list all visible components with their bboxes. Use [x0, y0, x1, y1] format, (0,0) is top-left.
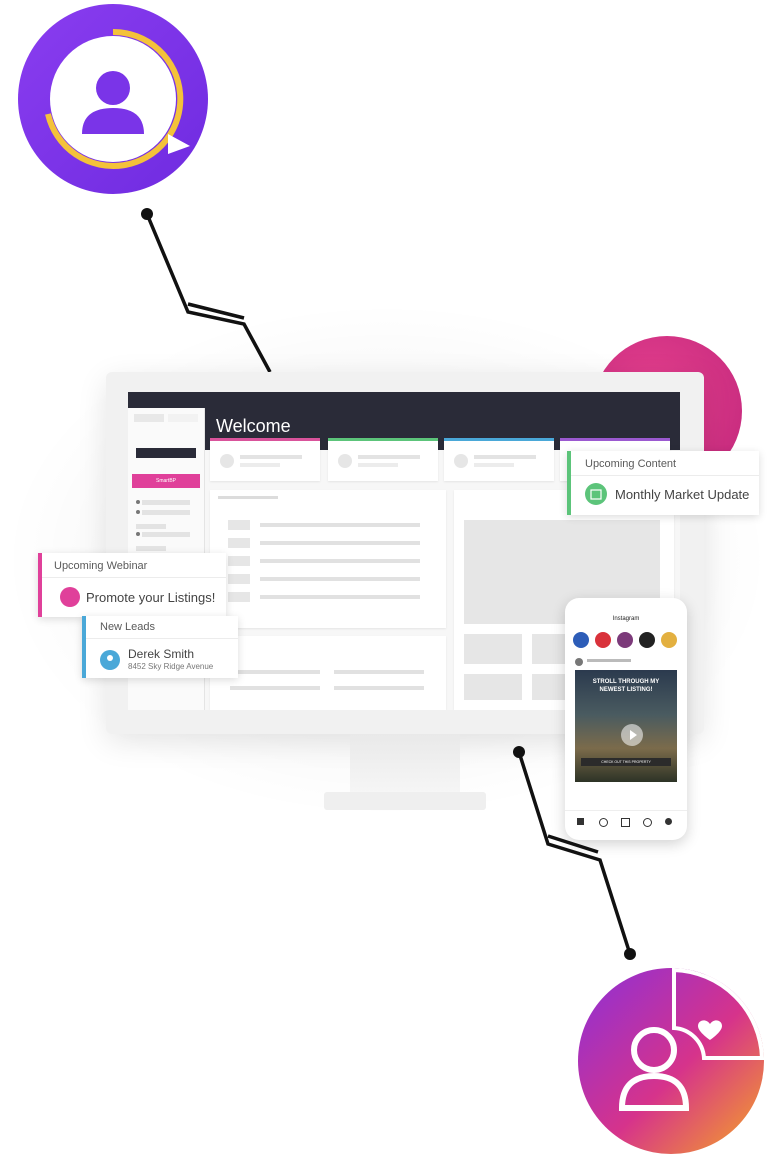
bottom-panel — [210, 636, 446, 710]
story-avatar[interactable] — [617, 632, 633, 648]
monitor-base — [324, 792, 486, 810]
connector-line-top — [141, 208, 272, 373]
new-leads-title: New Leads — [100, 621, 156, 633]
sidebar-section — [136, 524, 166, 529]
calendar-icon — [585, 483, 607, 505]
panel-title — [218, 496, 278, 499]
card-header: New Leads — [86, 616, 238, 639]
sidebar-bullet — [136, 510, 140, 514]
monitor-neck — [350, 734, 460, 794]
upcoming-panel — [210, 490, 446, 628]
sidebar-item[interactable] — [142, 532, 190, 537]
stat-card[interactable] — [444, 438, 554, 481]
upcoming-webinar-card[interactable]: Upcoming Webinar Promote your Listings! — [38, 553, 226, 617]
webinar-icon — [60, 587, 80, 607]
stat-card[interactable] — [210, 438, 320, 481]
upcoming-webinar-item: Promote your Listings! — [86, 590, 216, 605]
app-topbar — [128, 392, 680, 408]
user-chat-icon — [18, 4, 208, 194]
lead-address: 8452 Sky Ridge Avenue — [128, 662, 214, 671]
card-header: Upcoming Webinar — [42, 553, 226, 578]
welcome-title: Welcome — [216, 416, 291, 436]
instagram-title: Instagram — [612, 616, 640, 622]
profile-icon[interactable] — [665, 818, 672, 825]
sidebar-section — [136, 546, 166, 551]
new-leads-card[interactable]: New Leads Derek Smith 8452 Sky Ridge Ave… — [82, 616, 238, 678]
story-avatar[interactable] — [661, 632, 677, 648]
user-chat-icon-graphic — [45, 28, 190, 169]
post-avatar — [575, 658, 583, 666]
upcoming-content-card[interactable]: Upcoming Content Monthly Market Update — [567, 451, 759, 515]
upcoming-content-title: Upcoming Content — [585, 458, 677, 470]
user-heart-icon — [578, 968, 764, 1154]
story-avatar[interactable] — [639, 632, 655, 648]
connector-line-bottom — [513, 746, 636, 960]
sidebar-bullet — [136, 500, 140, 504]
card-header: Upcoming Content — [571, 451, 759, 476]
sidebar-pink-button[interactable]: SmartBP — [132, 474, 200, 488]
upcoming-content-item: Monthly Market Update — [615, 487, 750, 502]
story-avatar[interactable] — [573, 632, 589, 648]
story-avatar[interactable] — [595, 632, 611, 648]
sidebar-bullet — [136, 532, 140, 536]
lead-avatar-icon — [100, 650, 120, 670]
sidebar-tab-left[interactable] — [134, 414, 164, 422]
sidebar-item[interactable] — [142, 510, 190, 515]
sidebar-tab-right[interactable] — [168, 414, 198, 422]
upcoming-webinar-title: Upcoming Webinar — [54, 560, 148, 572]
lead-name: Derek Smith — [128, 647, 195, 661]
stat-card[interactable] — [328, 438, 438, 481]
post-author — [587, 659, 631, 662]
sidebar-item[interactable] — [142, 500, 190, 505]
post-headline: STROLL THROUGH MY NEWEST LISTING! — [592, 679, 660, 693]
user-heart-icon-graphic — [618, 968, 764, 1111]
sidebar-dark-button[interactable] — [136, 448, 196, 458]
